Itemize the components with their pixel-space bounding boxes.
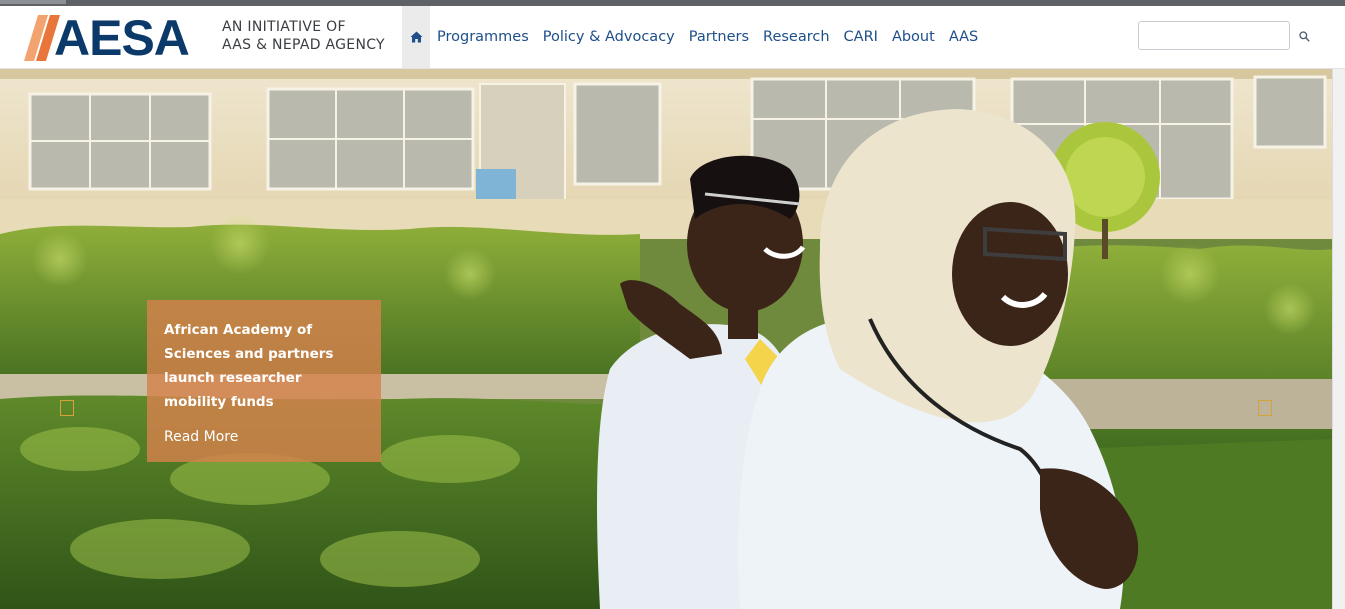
nav-item-partners[interactable]: Partners — [682, 6, 756, 68]
logo-tagline-line-1: AN INITIATIVE OF — [222, 19, 346, 35]
main-navigation: Programmes Policy & Advocacy Partners Re… — [402, 6, 985, 68]
hero-caption-headline[interactable]: African Academy of Sciences and partners… — [164, 318, 364, 414]
nav-item-programmes[interactable]: Programmes — [430, 6, 536, 68]
read-more-link[interactable]: Read More — [164, 429, 238, 445]
hero-slider: African Academy of Sciences and partners… — [0, 69, 1332, 609]
search-input[interactable] — [1138, 21, 1290, 50]
nav-home-button[interactable] — [402, 6, 430, 68]
aesa-logo[interactable]: AESA AN INITIATIVE OF AAS & NEPAD AGENCY — [24, 10, 394, 66]
search-button[interactable] — [1296, 28, 1312, 44]
logo-tagline-line-2: AAS & NEPAD AGENCY — [222, 37, 385, 53]
nav-item-policy-advocacy[interactable]: Policy & Advocacy — [536, 6, 682, 68]
home-icon — [410, 31, 422, 43]
browser-tab-edge — [0, 0, 66, 4]
search-icon — [1298, 30, 1310, 42]
page-scrollbar[interactable] — [1332, 69, 1345, 609]
nav-item-research[interactable]: Research — [756, 6, 837, 68]
next-slide-icon[interactable] — [1258, 400, 1272, 416]
logo-wordmark: AESA — [54, 10, 190, 66]
nav-item-about[interactable]: About — [885, 6, 942, 68]
hero-caption-box: African Academy of Sciences and partners… — [147, 300, 381, 462]
nav-item-aas[interactable]: AAS — [942, 6, 985, 68]
nav-item-cari[interactable]: CARI — [837, 6, 885, 68]
prev-slide-icon[interactable] — [60, 400, 74, 416]
site-header: AESA AN INITIATIVE OF AAS & NEPAD AGENCY… — [0, 6, 1345, 69]
